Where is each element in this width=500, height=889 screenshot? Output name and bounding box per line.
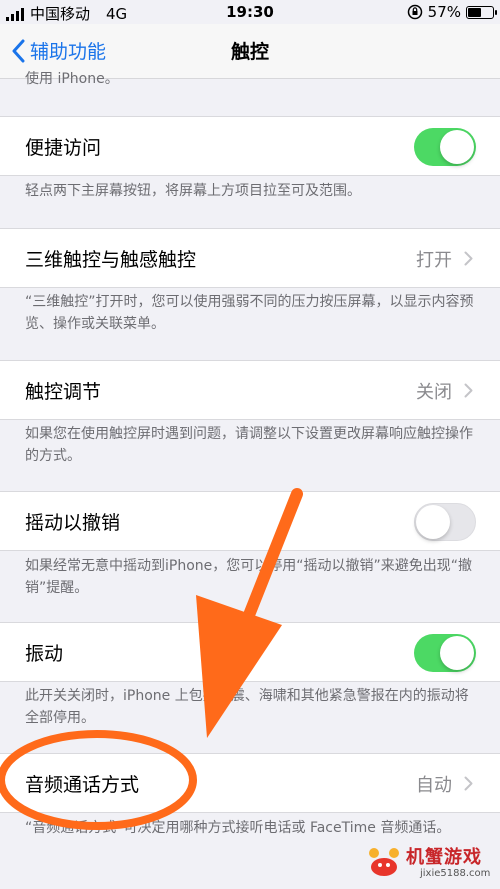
row-label: 音频通话方式 (25, 774, 140, 796)
row-note: 轻点两下主屏幕按钮，将屏幕上方项目拉至可及范围。 (25, 183, 361, 199)
row-note: 如果您在使用触控屏时遇到问题，请调整以下设置更改屏幕响应触控操作的方式。 (25, 426, 473, 464)
row-vibration: 振动 (0, 622, 500, 682)
row-label: 便捷访问 (25, 137, 102, 159)
row-note: 如果经常无意中摇动到iPhone，您可以停用“摇动以撤销”来避免出现“撤销”提醒… (25, 558, 473, 596)
row-3d-touch[interactable]: 三维触控与触感触控 打开 (0, 228, 500, 288)
status-right: 57% (407, 3, 497, 21)
page-title: 触控 (230, 41, 269, 63)
scrolled-footer-text: 使用 iPhone。 (25, 71, 119, 87)
row-label: 振动 (25, 643, 64, 665)
status-bar: 中国移动 4G 19:30 57% (0, 0, 500, 24)
chevron-right-icon (464, 776, 473, 791)
row-value: 关闭 (416, 382, 452, 403)
row-label: 摇动以撤销 (25, 512, 121, 534)
battery-icon (466, 5, 497, 19)
row-touch-accommodations[interactable]: 触控调节 关闭 (0, 360, 500, 420)
orientation-lock-icon (407, 4, 422, 20)
row-label: 三维触控与触感触控 (25, 249, 197, 271)
chevron-right-icon (464, 383, 473, 398)
shake-to-undo-toggle[interactable] (414, 503, 476, 541)
row-label: 触控调节 (25, 381, 102, 403)
crab-logo-icon (369, 848, 399, 876)
chevron-right-icon (464, 251, 473, 266)
reachability-toggle[interactable] (414, 128, 476, 166)
row-reachability: 便捷访问 (0, 116, 500, 176)
watermark-title: 机蟹游戏 (406, 847, 482, 868)
row-note: “音频通话方式”可决定用哪种方式接听电话或 FaceTime 音频通话。 (25, 820, 451, 836)
battery-percent: 57% (427, 3, 461, 21)
row-shake-to-undo: 摇动以撤销 (0, 491, 500, 551)
row-note: “三维触控”打开时，您可以使用强弱不同的压力按压屏幕，以显示内容预览、操作或关联… (25, 294, 474, 332)
row-call-audio-routing[interactable]: 音频通话方式 自动 (0, 753, 500, 813)
watermark-logo: 机蟹游戏 jixie5188.com (364, 843, 494, 885)
vibration-toggle[interactable] (414, 634, 476, 672)
row-value: 打开 (416, 250, 452, 271)
battery-fill (468, 7, 481, 17)
row-note: 此开关关闭时，iPhone 上包括地震、海啸和其他紧急警报在内的振动将全部停用。 (25, 688, 469, 726)
row-value: 自动 (416, 775, 452, 796)
watermark-url: jixie5188.com (420, 868, 491, 879)
